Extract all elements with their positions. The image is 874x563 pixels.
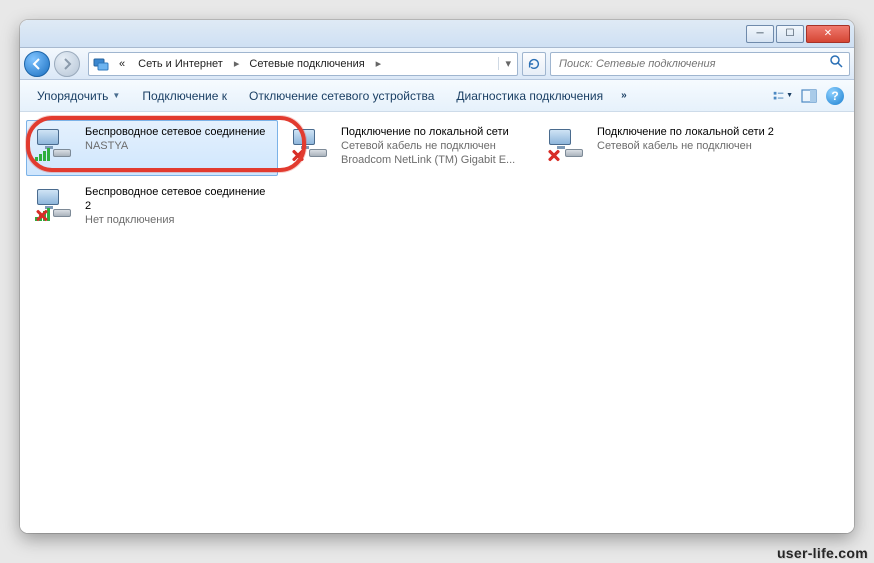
maximize-button[interactable]: ☐: [776, 25, 804, 43]
toolbar-overflow[interactable]: »: [616, 85, 632, 106]
refresh-button[interactable]: [522, 52, 546, 76]
network-center-icon: [93, 56, 109, 72]
breadcrumb-prefix[interactable]: «: [113, 53, 132, 75]
view-icon: [773, 88, 784, 104]
lan-x-icon: [545, 125, 589, 165]
preview-pane-icon: [801, 88, 817, 104]
search-box[interactable]: [550, 52, 850, 76]
search-icon[interactable]: [829, 54, 843, 73]
connection-text: Беспроводное сетевое соединение 2Нет под…: [85, 185, 271, 227]
organize-menu[interactable]: Упорядочить ▼: [28, 84, 129, 108]
disable-label: Отключение сетевого устройства: [249, 89, 434, 103]
connection-title: Подключение по локальной сети: [341, 125, 515, 139]
breadcrumb-seg-1[interactable]: Сеть и Интернет: [132, 53, 230, 75]
connect-to-button[interactable]: Подключение к: [133, 84, 236, 108]
minimize-icon: ─: [756, 28, 763, 39]
wifi-x-icon: [33, 185, 77, 225]
window-control-buttons: ─ ☐ ✕: [746, 25, 850, 43]
connection-item[interactable]: Беспроводное сетевое соединение 2Нет под…: [26, 180, 278, 236]
view-menu[interactable]: ▼: [772, 85, 794, 107]
connection-title: Беспроводное сетевое соединение: [85, 125, 265, 139]
watermark: user-life.com: [777, 545, 868, 561]
arrow-right-icon: [61, 58, 73, 70]
connection-status: Сетевой кабель не подключен: [341, 139, 515, 153]
lan-x-icon: [289, 125, 333, 165]
command-bar: Упорядочить ▼ Подключение к Отключение с…: [20, 80, 854, 112]
connection-text: Подключение по локальной сети 2Сетевой к…: [597, 125, 774, 153]
connections-grid: Беспроводное сетевое соединениеNASTYA Под…: [24, 118, 850, 238]
organize-label: Упорядочить: [37, 89, 108, 103]
connection-item[interactable]: Подключение по локальной сети 2Сетевой к…: [538, 120, 790, 176]
close-icon: ✕: [824, 28, 832, 39]
nav-back-button[interactable]: [24, 51, 50, 77]
connection-text: Беспроводное сетевое соединениеNASTYA: [85, 125, 265, 153]
connection-status: Нет подключения: [85, 213, 271, 227]
connection-title: Подключение по локальной сети 2: [597, 125, 774, 139]
diagnose-label: Диагностика подключения: [456, 89, 603, 103]
arrow-left-icon: [31, 58, 43, 70]
explorer-window: ─ ☐ ✕ « Сеть и Интернет ▸ Сетевые подклю…: [20, 20, 854, 533]
breadcrumb[interactable]: « Сеть и Интернет ▸ Сетевые подключения …: [88, 52, 518, 76]
window-frame: ─ ☐ ✕ « Сеть и Интернет ▸ Сетевые подклю…: [20, 20, 854, 533]
connect-label: Подключение к: [142, 89, 227, 103]
wifi-icon: [33, 125, 77, 165]
connection-status: Сетевой кабель не подключен: [597, 139, 774, 153]
chevron-down-icon: ▼: [786, 92, 793, 99]
breadcrumb-dropdown[interactable]: ▾: [498, 57, 517, 70]
preview-pane-button[interactable]: [798, 85, 820, 107]
connection-text: Подключение по локальной сетиСетевой каб…: [341, 125, 515, 167]
connection-title: Беспроводное сетевое соединение 2: [85, 185, 271, 213]
titlebar: ─ ☐ ✕: [20, 20, 854, 48]
chevron-right-icon[interactable]: ▸: [372, 57, 386, 70]
address-bar: « Сеть и Интернет ▸ Сетевые подключения …: [20, 48, 854, 80]
search-input[interactable]: [557, 57, 829, 71]
help-button[interactable]: ?: [824, 85, 846, 107]
refresh-icon: [527, 57, 541, 71]
content-area: Беспроводное сетевое соединениеNASTYA Под…: [20, 112, 854, 533]
connection-item[interactable]: Беспроводное сетевое соединениеNASTYA: [26, 120, 278, 176]
connection-status: NASTYA: [85, 139, 265, 153]
connection-device: Broadcom NetLink (TM) Gigabit E...: [341, 153, 515, 167]
disable-device-button[interactable]: Отключение сетевого устройства: [240, 84, 443, 108]
help-icon: ?: [826, 87, 844, 105]
nav-forward-button[interactable]: [54, 51, 80, 77]
minimize-button[interactable]: ─: [746, 25, 774, 43]
maximize-icon: ☐: [786, 28, 795, 39]
chevron-right-icon[interactable]: ▸: [230, 57, 244, 70]
close-button[interactable]: ✕: [806, 25, 850, 43]
connection-item[interactable]: Подключение по локальной сетиСетевой каб…: [282, 120, 534, 176]
chevron-down-icon: ▼: [112, 91, 120, 100]
diagnose-connection-button[interactable]: Диагностика подключения: [447, 84, 612, 108]
chevron-right-icon: »: [621, 90, 627, 101]
breadcrumb-seg-2[interactable]: Сетевые подключения: [243, 53, 371, 75]
